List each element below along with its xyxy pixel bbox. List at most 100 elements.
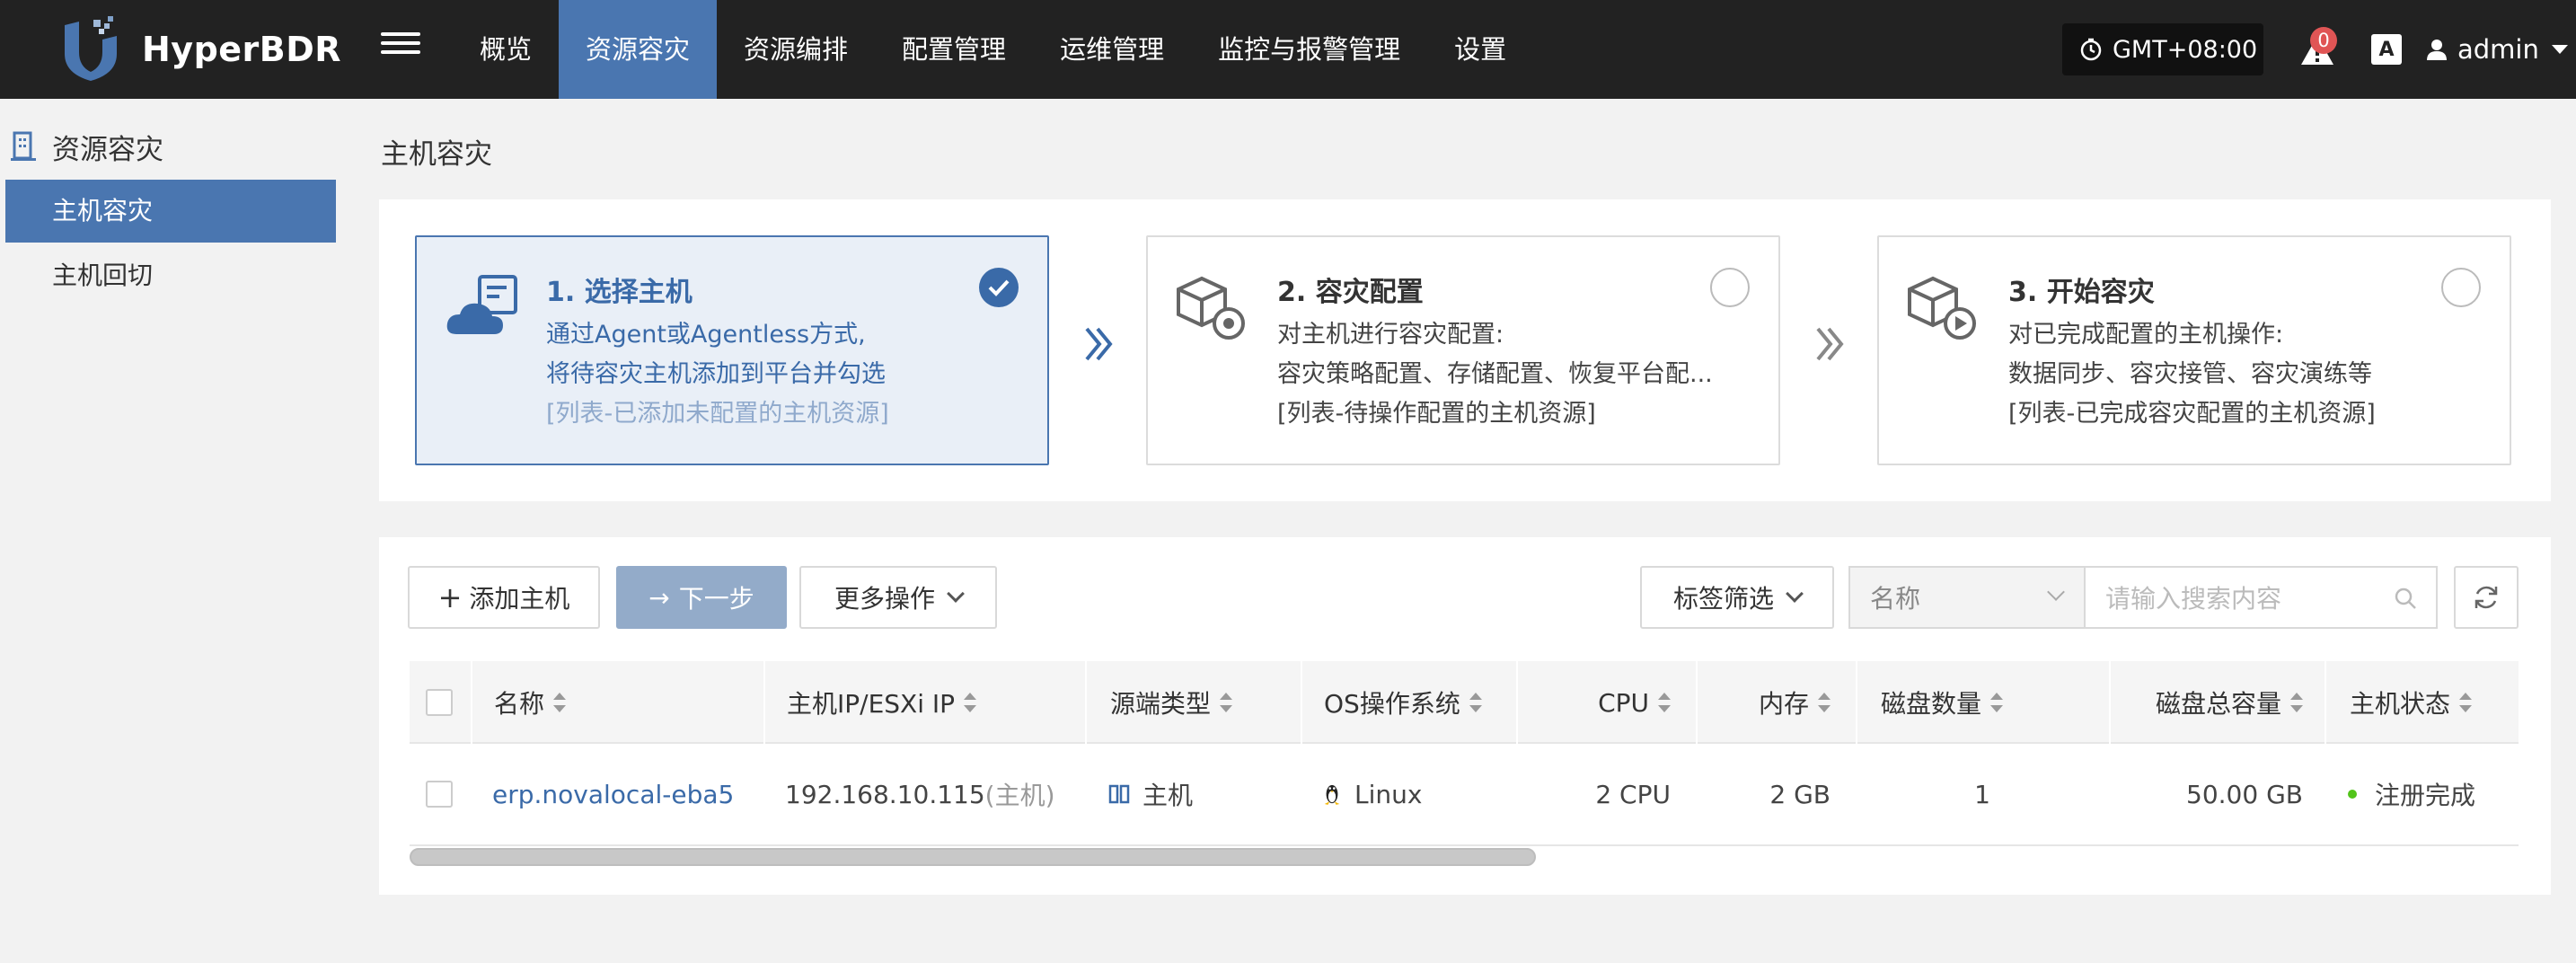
user-menu[interactable]: admin [2425,27,2568,72]
source-type: 主机 [1142,781,1194,810]
status-badge: 注册完成 [2375,781,2476,810]
column-source-type[interactable]: 源端类型 [1085,661,1301,744]
box-gear-icon [1177,276,1245,340]
column-name[interactable]: 名称 [471,661,763,744]
nav-resource-dr[interactable]: 资源容灾 [559,0,718,99]
step-1-hint: [列表-已添加未配置的主机资源] [546,400,889,428]
page-title: 主机容灾 [381,138,492,171]
column-cpu[interactable]: CPU [1516,661,1696,744]
sidebar-item-host-dr[interactable]: 主机容灾 [5,180,336,243]
select-all-checkbox[interactable] [426,661,453,744]
step-3-line-1: 对已完成配置的主机操作: [2008,321,2284,349]
step-select-host[interactable]: 1. 选择主机 通过Agent或Agentless方式, 将待容灾主机添加到平台… [415,235,1049,465]
sort-icon [1469,693,1482,712]
step-1-title: 1. 选择主机 [546,277,693,308]
menu-toggle-icon[interactable] [381,27,420,66]
more-actions-label: 更多操作 [834,584,935,614]
sidebar-title-label: 资源容灾 [52,133,163,166]
step-3-title: 3. 开始容灾 [2008,277,2155,308]
alert-count-badge: 0 [2310,27,2337,54]
os-name: Linux [1354,779,1423,809]
building-icon [11,131,36,161]
disk-count-cell: 1 [1974,779,1990,809]
column-memory[interactable]: 内存 [1696,661,1856,744]
user-name: admin [2457,34,2539,65]
timezone-button[interactable]: GMT+08:00 [2062,23,2263,75]
tag-filter-label: 标签筛选 [1672,584,1774,614]
host-name-link[interactable]: erp.novalocal-eba5 [492,744,734,844]
plus-icon: + [437,580,463,614]
status-dot-icon [2348,790,2357,799]
host-ip-cell: 192.168.10.115 (主机) [785,744,1055,844]
nav-config[interactable]: 配置管理 [875,0,1033,99]
steps-panel: 1. 选择主机 通过Agent或Agentless方式, 将待容灾主机添加到平台… [379,199,2551,501]
step-2-hint: [列表-待操作配置的主机资源] [1277,400,1596,428]
column-disk-count[interactable]: 磁盘数量 [1856,661,2109,744]
app-logo[interactable]: HyperBDR [57,16,341,83]
step-3-hint: [列表-已完成容灾配置的主机资源] [2008,400,2376,428]
nav-orchestration[interactable]: 资源编排 [717,0,875,99]
nav-overview[interactable]: 概览 [453,0,559,99]
column-ip[interactable]: 主机IP/ESXi IP [763,661,1085,744]
os-cell: Linux [1322,744,1422,844]
chevron-down-icon [947,585,965,603]
next-step-label: 下一步 [678,584,754,614]
step-start-dr[interactable]: 3. 开始容灾 对已完成配置的主机操作: 数据同步、容灾接管、容灾演练等 [列表… [1877,235,2511,465]
step-2-line-1: 对主机进行容灾配置: [1277,321,1504,349]
sort-icon [1220,693,1233,712]
clock-icon [2080,38,2102,61]
cloud-server-icon [446,275,517,334]
language-icon[interactable]: A [2371,34,2402,65]
add-host-button[interactable]: + 添加主机 [408,566,600,629]
status-cell: 注册完成 [2348,744,2475,844]
chevron-down-icon [2551,45,2568,54]
more-actions-dropdown[interactable]: 更多操作 [799,566,997,629]
next-step-button[interactable]: → 下一步 [616,566,787,629]
refresh-button[interactable] [2454,566,2519,629]
language-icon-text: A [2378,38,2395,61]
table-row[interactable]: erp.novalocal-eba5 192.168.10.115 (主机) 主… [410,744,2519,846]
host-ip-note: (主机) [984,781,1055,810]
refresh-icon [2475,586,2498,609]
top-navigation-bar: HyperBDR 概览 资源容灾 资源编排 配置管理 运维管理 监控与报警管理 … [0,0,2576,99]
step-2-line-2: 容灾策略配置、存储配置、恢复平台配... [1277,360,1713,388]
horizontal-scrollbar[interactable] [410,848,1536,866]
sort-icon [1818,693,1831,712]
add-host-label: 添加主机 [469,584,570,614]
row-checkbox[interactable] [426,744,453,844]
box-play-icon [1908,276,1976,340]
step-3-radio-icon [2441,268,2481,307]
sort-icon [2290,693,2303,712]
search-input[interactable]: 请输入搜索内容 [2084,566,2438,629]
sort-icon [2459,693,2473,712]
timezone-label: GMT+08:00 [2113,35,2258,64]
main-nav: 概览 资源容灾 资源编排 配置管理 运维管理 监控与报警管理 设置 [453,0,1533,99]
sidebar-item-host-failback[interactable]: 主机回切 [5,244,336,307]
nav-settings[interactable]: 设置 [1427,0,1533,99]
nav-monitoring[interactable]: 监控与报警管理 [1191,0,1427,99]
chevron-down-icon [2047,583,2065,601]
sort-icon [553,693,567,712]
chevron-down-icon [1786,585,1804,603]
column-os[interactable]: OS操作系统 [1301,661,1516,744]
sort-icon [1990,693,2004,712]
double-chevron-right-icon [1816,327,1844,361]
step-3-line-2: 数据同步、容灾接管、容灾演练等 [2008,360,2372,388]
host-type-icon [1108,784,1130,804]
host-ip: 192.168.10.115 [785,779,985,809]
step-2-title: 2. 容灾配置 [1277,277,1424,308]
sort-icon [964,693,977,712]
nav-ops[interactable]: 运维管理 [1033,0,1191,99]
column-status[interactable]: 主机状态 [2325,661,2519,744]
host-table-panel: + 添加主机 → 下一步 更多操作 标签筛选 名称 请输入搜索内容 名称 主机I… [379,537,2551,895]
step-1-line-1: 通过Agent或Agentless方式, [546,321,866,349]
search-icon [2395,588,2416,609]
step-dr-config[interactable]: 2. 容灾配置 对主机进行容灾配置: 容灾策略配置、存储配置、恢复平台配... … [1146,235,1780,465]
tag-filter-dropdown[interactable]: 标签筛选 [1640,566,1834,629]
sidebar-title: 资源容灾 [11,126,163,167]
table-header: 名称 主机IP/ESXi IP 源端类型 OS操作系统 CPU 内存 磁盘数量 … [410,661,2519,744]
memory-cell: 2 GB [1769,779,1831,809]
search-field-select[interactable]: 名称 [1848,566,2086,629]
step-1-check-icon [979,268,1019,307]
column-disk-total[interactable]: 磁盘总容量 [2109,661,2325,744]
